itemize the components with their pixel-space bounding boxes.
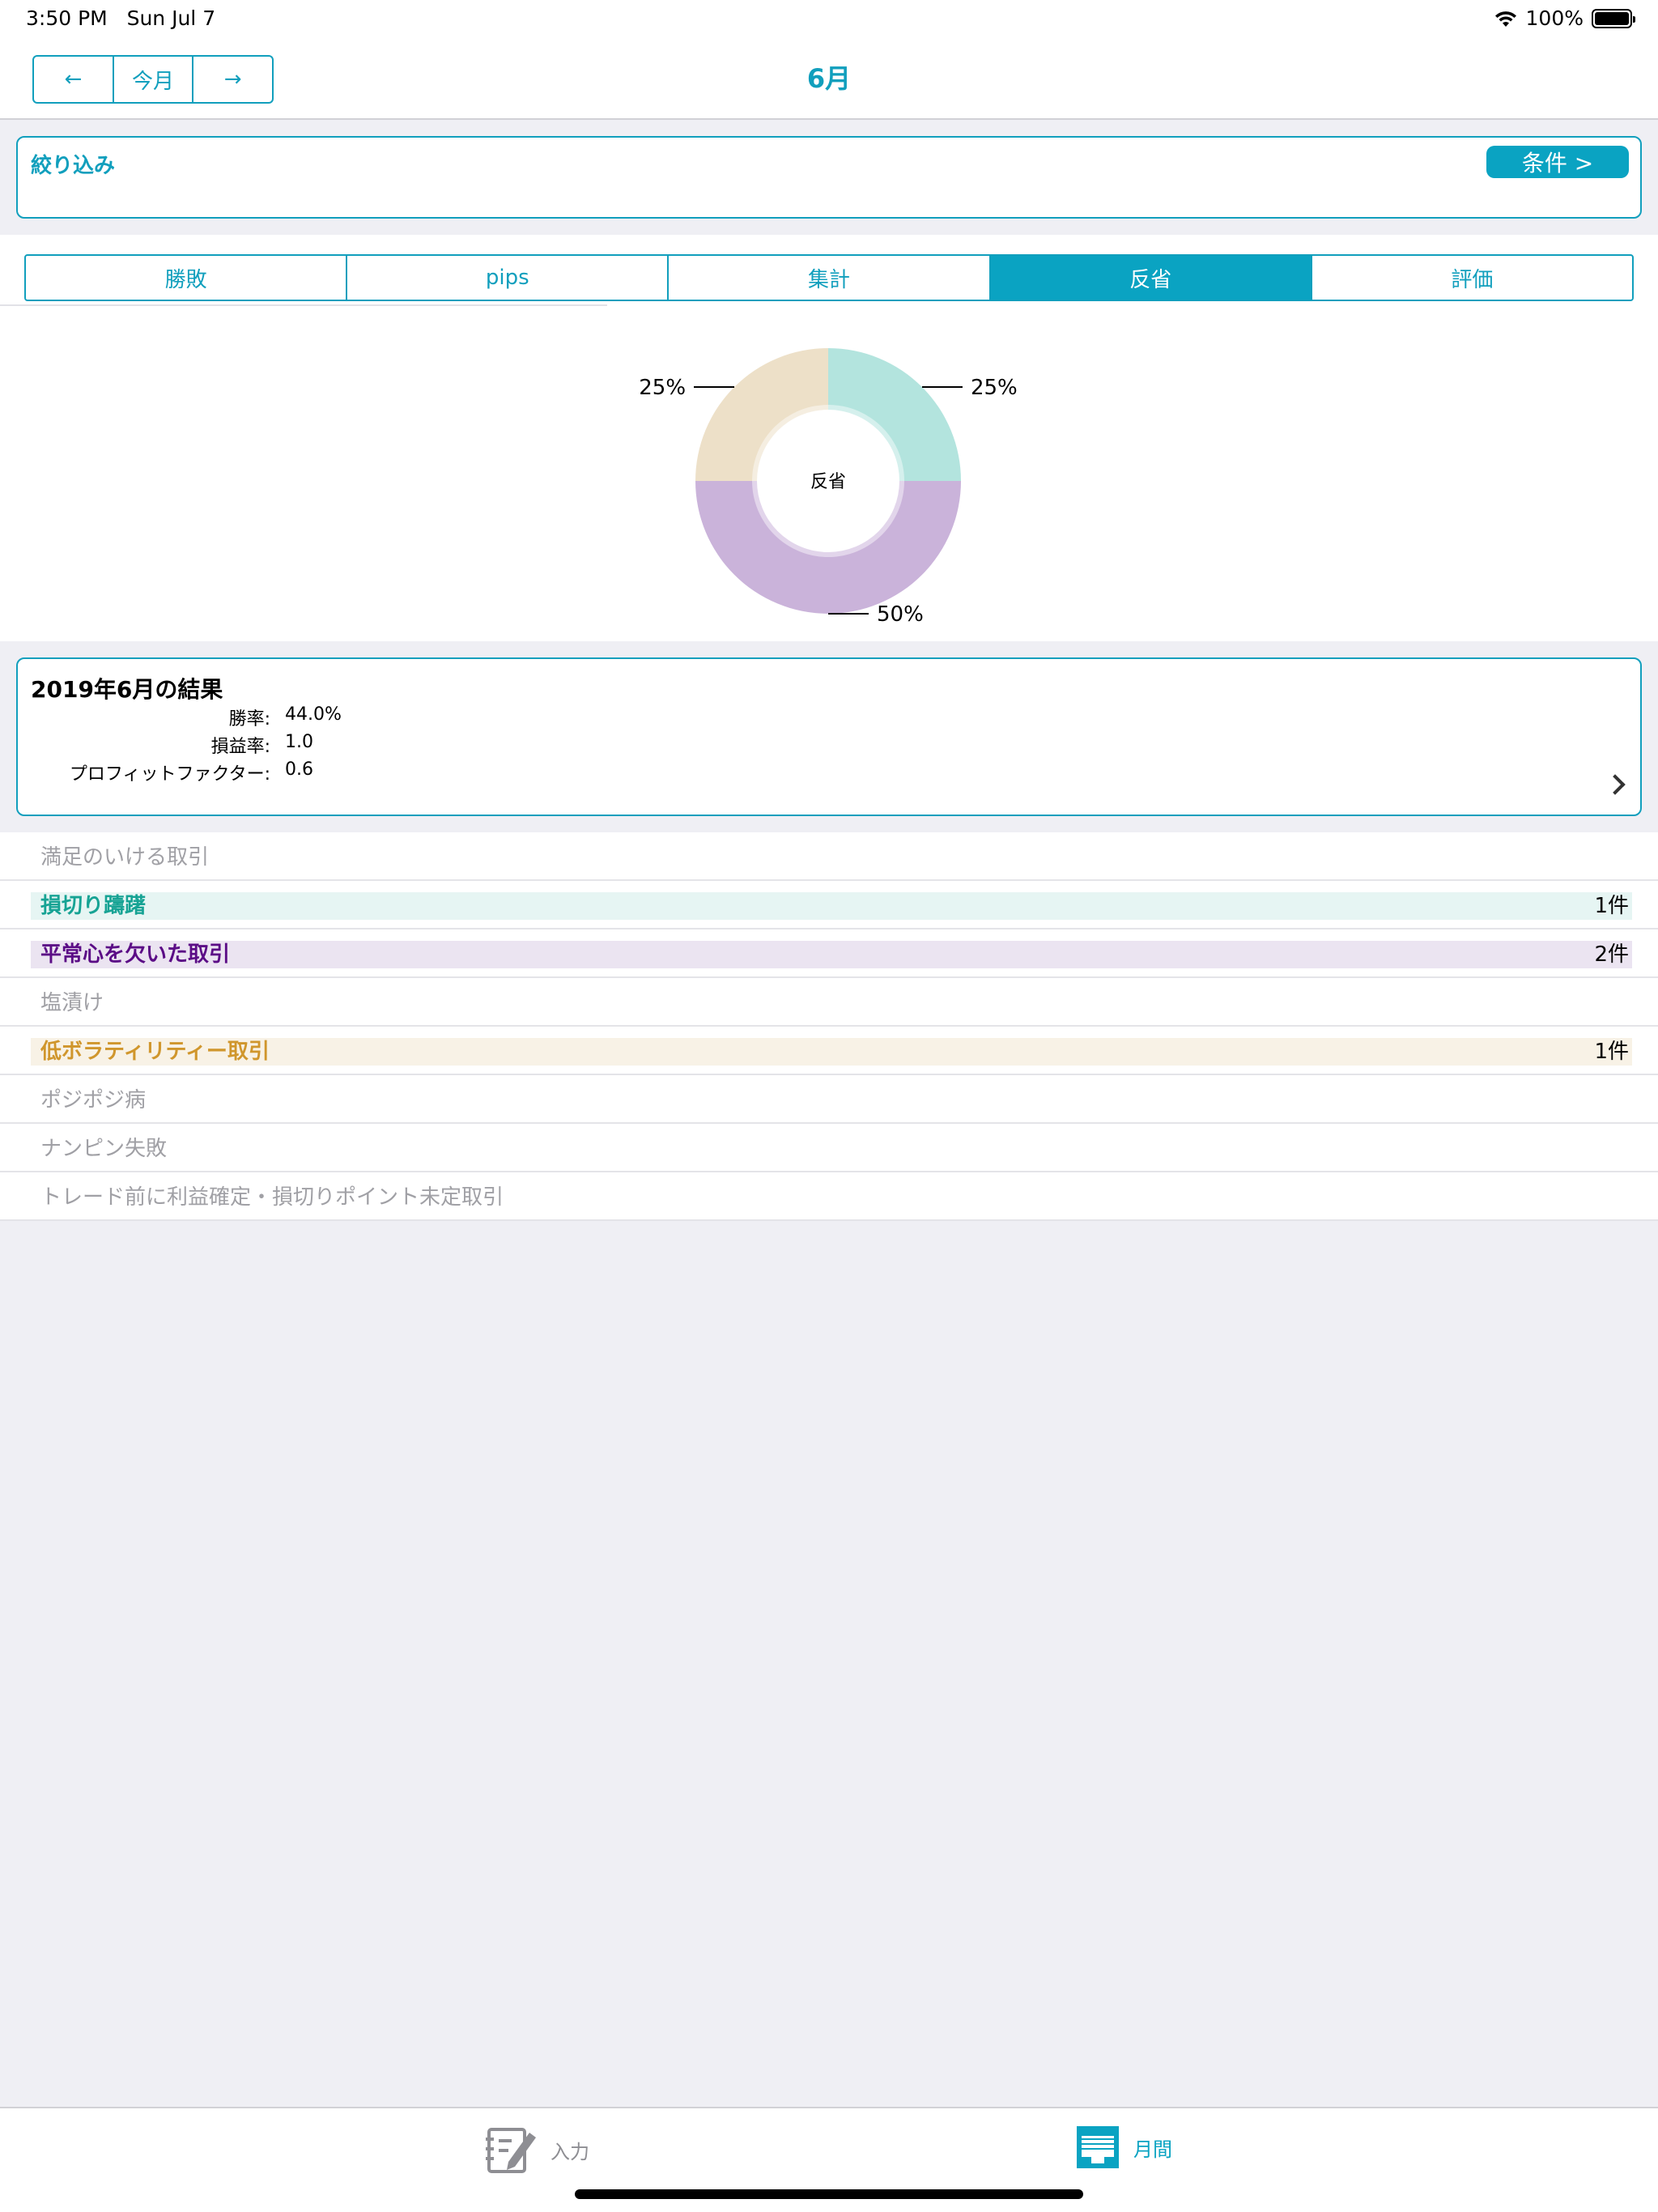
battery-icon <box>1592 8 1635 28</box>
chevron-right-icon <box>1605 774 1626 795</box>
reflection-item[interactable]: ポジポジ病 <box>0 1075 1658 1124</box>
reflection-label: 損切り躊躇 <box>40 894 147 918</box>
home-indicator <box>575 2189 1083 2199</box>
reflection-bar <box>31 1038 1632 1066</box>
status-bar: 3:50 PM Sun Jul 7 100% <box>0 0 1658 39</box>
donut-center-label: 反省 <box>810 472 846 492</box>
status-right: 100% <box>1494 6 1635 30</box>
reflection-item[interactable]: 低ボラティリティー取引 1件 <box>0 1027 1658 1075</box>
reflection-label: トレード前に利益確定・損切りポイント未定取引 <box>40 1185 504 1210</box>
summary-key: 勝率: <box>228 709 270 730</box>
summary-value: 44.0% <box>285 704 342 725</box>
summary-key: 損益率: <box>210 737 270 757</box>
reflection-item[interactable]: 塩漬け <box>0 978 1658 1027</box>
filter-panel: 絞り込み 条件 > <box>16 136 1642 219</box>
navigation-bar: ← 今月 → 6月 <box>0 39 1658 120</box>
summary-value: 1.0 <box>285 732 313 752</box>
slice-percent-label: 25% <box>639 376 686 400</box>
edit-icon <box>486 2128 536 2173</box>
reflection-count: 1件 <box>1594 1040 1629 1064</box>
reflection-list: 満足のいける取引 損切り躊躇 1件 平常心を欠いた取引 2件 塩漬け 低ボラティリティー取引… <box>0 832 1658 1221</box>
reflection-item[interactable]: 満足のいける取引 <box>0 832 1658 881</box>
reflection-label: 低ボラティリティー取引 <box>40 1040 270 1064</box>
reflection-item[interactable]: 損切り躊躇 1件 <box>0 881 1658 929</box>
monthly-result-card[interactable]: 2019年6月の結果 勝率: 44.0% 損益率: 1.0 プロフィットファクタ… <box>16 657 1642 816</box>
reflection-label: 満足のいける取引 <box>40 845 210 870</box>
reflection-count: 1件 <box>1594 894 1629 918</box>
result-title: 2019年6月の結果 <box>31 676 223 703</box>
reflection-bar <box>31 941 1632 968</box>
reflection-label: 塩漬け <box>40 991 104 1015</box>
reflection-label: 平常心を欠いた取引 <box>40 942 231 967</box>
reflection-bar <box>31 892 1632 920</box>
reflection-donut-chart: 25% 50% 25% 反省 <box>639 348 1018 627</box>
reflection-item[interactable]: 平常心を欠いた取引 2件 <box>0 929 1658 978</box>
status-date-text: Sun Jul 7 <box>126 6 216 30</box>
slice-percent-label: 25% <box>971 376 1018 400</box>
reflection-count: 2件 <box>1594 942 1629 967</box>
page-title: 6月 <box>806 63 852 94</box>
filter-label: 絞り込み <box>31 154 116 178</box>
reflection-label: ポジポジ病 <box>40 1088 147 1112</box>
tabbar-input[interactable]: 入力 <box>484 2125 589 2175</box>
tabbar-monthly-label: 月間 <box>1133 2138 1172 2161</box>
calendar-icon <box>1077 2126 1119 2168</box>
slice-percent-label: 50% <box>877 602 924 627</box>
tabbar-input-label: 入力 <box>551 2140 589 2163</box>
reflection-item[interactable]: トレード前に利益確定・損切りポイント未定取引 <box>0 1172 1658 1221</box>
wifi-icon <box>1494 11 1516 27</box>
reflection-label: ナンピン失敗 <box>40 1137 168 1161</box>
summary-key: プロフィットファクター: <box>69 764 270 785</box>
status-time-text: 3:50 PM <box>26 6 108 30</box>
chart-section: 勝敗 pips 集計 反省 評価 25% 50% 25% 反省 <box>0 235 1658 641</box>
summary-value: 0.6 <box>285 759 313 780</box>
status-time: 3:50 PM Sun Jul 7 <box>26 6 215 30</box>
conditions-button[interactable]: 条件 > <box>1486 146 1629 178</box>
battery-percent: 100% <box>1525 6 1584 30</box>
reflection-item[interactable]: ナンピン失敗 <box>0 1124 1658 1172</box>
tabbar-monthly[interactable]: 月間 <box>1075 2125 1172 2170</box>
